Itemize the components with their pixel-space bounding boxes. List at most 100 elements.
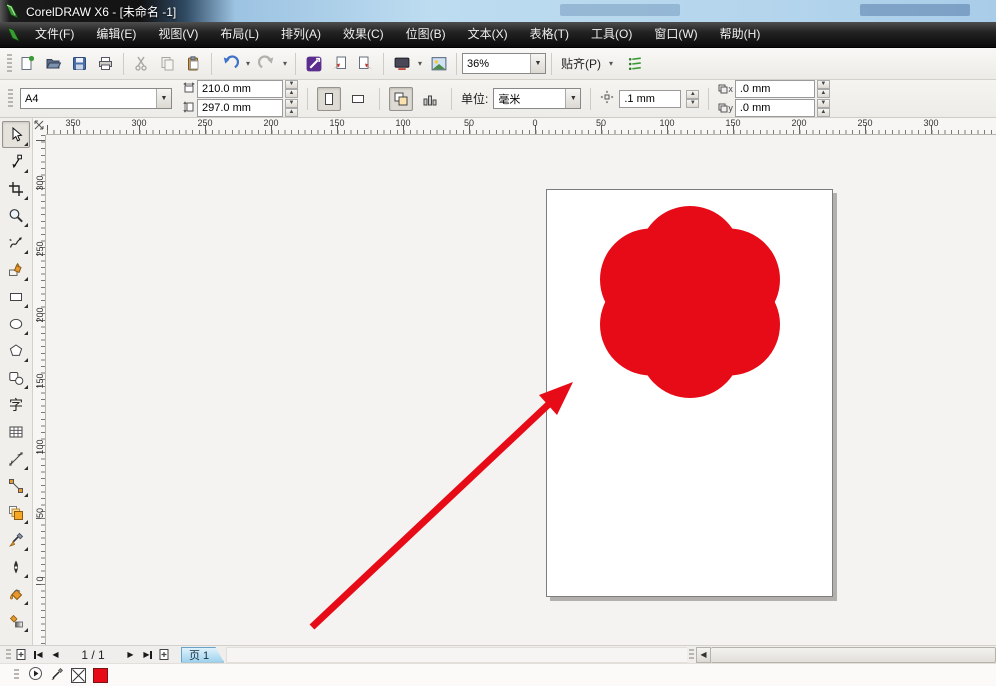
blend-tool[interactable] bbox=[2, 499, 30, 526]
ruler-origin[interactable] bbox=[33, 118, 46, 135]
first-page-button[interactable]: ◀ bbox=[30, 647, 47, 663]
menu-item-arrange[interactable]: 排列(A) bbox=[270, 22, 332, 47]
flower-shape[interactable] bbox=[600, 206, 780, 398]
last-page-button[interactable]: ▶ bbox=[139, 647, 156, 663]
import-button[interactable] bbox=[327, 52, 352, 76]
menu-item-bitmaps[interactable]: 位图(B) bbox=[395, 22, 457, 47]
scroll-left-arrow[interactable]: ◀ bbox=[696, 647, 711, 663]
rectangle-tool[interactable] bbox=[2, 283, 30, 310]
duplicate-distance-x-field[interactable]: .0 mm bbox=[735, 80, 815, 98]
welcome-screen-button[interactable] bbox=[426, 52, 451, 76]
menu-item-layout[interactable]: 布局(L) bbox=[209, 22, 270, 47]
redo-button[interactable] bbox=[254, 52, 279, 76]
menu-item-tools[interactable]: 工具(O) bbox=[580, 22, 643, 47]
polygon-tool[interactable] bbox=[2, 337, 30, 364]
page-tab[interactable]: 页 1 bbox=[181, 647, 224, 663]
dimension-tool[interactable] bbox=[2, 445, 30, 472]
options-button[interactable] bbox=[623, 52, 648, 76]
interactive-fill-tool[interactable] bbox=[2, 607, 30, 634]
application-launcher-button[interactable] bbox=[389, 52, 414, 76]
vertical-ruler[interactable]: 300250200150100500 bbox=[33, 135, 46, 645]
duplicate-distance-y-field[interactable]: .0 mm bbox=[735, 99, 815, 117]
nudge-offset-spinner[interactable]: ▲▼ bbox=[686, 90, 699, 108]
freehand-tool[interactable] bbox=[2, 229, 30, 256]
units-combo-arrow-icon[interactable]: ▼ bbox=[565, 89, 580, 108]
page-width-field[interactable]: 210.0 mm bbox=[197, 80, 283, 98]
outline-color-none-swatch[interactable] bbox=[71, 668, 86, 683]
zoom-tool[interactable] bbox=[2, 202, 30, 229]
page-indicator[interactable]: 1 / 1 bbox=[64, 648, 122, 662]
ellipse-tool[interactable] bbox=[2, 310, 30, 337]
smart-fill-tool[interactable] bbox=[2, 256, 30, 283]
paper-type-combo-arrow-icon[interactable]: ▼ bbox=[156, 89, 171, 108]
undo-dropdown-arrow[interactable]: ▾ bbox=[243, 59, 253, 68]
menu-item-table[interactable]: 表格(T) bbox=[519, 22, 580, 47]
fill-color-swatch[interactable] bbox=[93, 668, 108, 683]
landscape-orientation-button[interactable] bbox=[346, 87, 370, 111]
text-tool[interactable]: 字 bbox=[2, 391, 30, 418]
color-eyedropper-tool[interactable] bbox=[2, 526, 30, 553]
pick-tool[interactable] bbox=[2, 121, 30, 148]
next-page-button[interactable]: ▶ bbox=[122, 647, 139, 663]
basic-shapes-tool[interactable] bbox=[2, 364, 30, 391]
new-document-button[interactable] bbox=[15, 52, 40, 76]
toolbar-grip[interactable] bbox=[7, 54, 12, 74]
units-combo[interactable]: 毫米 ▼ bbox=[493, 88, 581, 109]
status-bar-grip[interactable] bbox=[14, 669, 19, 681]
current-page-button[interactable] bbox=[418, 87, 442, 111]
paper-type-combo[interactable]: A4 ▼ bbox=[20, 88, 172, 109]
copy-button[interactable] bbox=[155, 52, 180, 76]
macro-play-icon[interactable] bbox=[28, 666, 43, 684]
horizontal-scrollbar[interactable]: ◀ bbox=[696, 647, 996, 663]
menu-item-window[interactable]: 窗口(W) bbox=[643, 22, 708, 47]
add-page-start-button[interactable] bbox=[13, 647, 30, 663]
page-height-spinner[interactable]: ▼▲ bbox=[285, 99, 298, 117]
menu-item-file[interactable]: 文件(F) bbox=[24, 22, 85, 47]
nudge-offset-field[interactable]: .1 mm bbox=[619, 90, 681, 108]
menu-item-view[interactable]: 视图(V) bbox=[147, 22, 209, 47]
paste-button[interactable] bbox=[181, 52, 206, 76]
page-width-icon bbox=[183, 82, 195, 97]
shape-tool[interactable] bbox=[2, 148, 30, 175]
crop-tool[interactable] bbox=[2, 175, 30, 202]
snap-to-button[interactable]: 贴齐(P) bbox=[557, 55, 605, 72]
snap-to-dropdown-arrow[interactable]: ▾ bbox=[606, 59, 616, 68]
menu-item-help[interactable]: 帮助(H) bbox=[709, 22, 772, 47]
scrollbar-grip[interactable] bbox=[689, 649, 694, 661]
export-button[interactable] bbox=[353, 52, 378, 76]
portrait-orientation-button[interactable] bbox=[317, 87, 341, 111]
horizontal-ruler[interactable]: 35030025020015010050050100150200250300 bbox=[46, 118, 996, 135]
zoom-level-combo[interactable]: 36% ▼ bbox=[462, 53, 546, 74]
cut-button[interactable] bbox=[129, 52, 154, 76]
fill-tool[interactable] bbox=[2, 580, 30, 607]
eyedropper-status-icon[interactable] bbox=[50, 667, 64, 684]
page-width-spinner[interactable]: ▼▲ bbox=[285, 80, 298, 98]
undo-button[interactable] bbox=[217, 52, 242, 76]
connector-tool[interactable] bbox=[2, 472, 30, 499]
search-content-button[interactable] bbox=[301, 52, 326, 76]
add-page-end-button[interactable] bbox=[156, 647, 173, 663]
table-tool[interactable] bbox=[2, 418, 30, 445]
navigator-grip[interactable] bbox=[6, 649, 11, 661]
previous-page-button[interactable]: ◀ bbox=[47, 647, 64, 663]
zoom-combo-arrow-icon[interactable]: ▼ bbox=[530, 54, 545, 73]
h-ruler-label: 150 bbox=[329, 118, 344, 128]
coreldraw-menu-logo-icon[interactable] bbox=[2, 24, 24, 46]
menu-item-text[interactable]: 文本(X) bbox=[457, 22, 519, 47]
print-button[interactable] bbox=[93, 52, 118, 76]
scrollbar-thumb[interactable] bbox=[711, 647, 996, 663]
v-ruler-label: 100 bbox=[35, 437, 45, 457]
open-button[interactable] bbox=[41, 52, 66, 76]
application-launcher-dropdown-arrow[interactable]: ▾ bbox=[415, 59, 425, 68]
outline-pen-tool[interactable] bbox=[2, 553, 30, 580]
property-bar-grip[interactable] bbox=[8, 89, 13, 109]
menu-item-effects[interactable]: 效果(C) bbox=[332, 22, 395, 47]
canvas[interactable] bbox=[46, 135, 996, 645]
save-button[interactable] bbox=[67, 52, 92, 76]
page-height-field[interactable]: 297.0 mm bbox=[197, 99, 283, 117]
menu-item-edit[interactable]: 编辑(E) bbox=[85, 22, 147, 47]
all-pages-button[interactable] bbox=[389, 87, 413, 111]
redo-dropdown-arrow[interactable]: ▾ bbox=[280, 59, 290, 68]
duplicate-x-spinner[interactable]: ▼▲ bbox=[817, 80, 830, 98]
duplicate-y-spinner[interactable]: ▼▲ bbox=[817, 99, 830, 117]
